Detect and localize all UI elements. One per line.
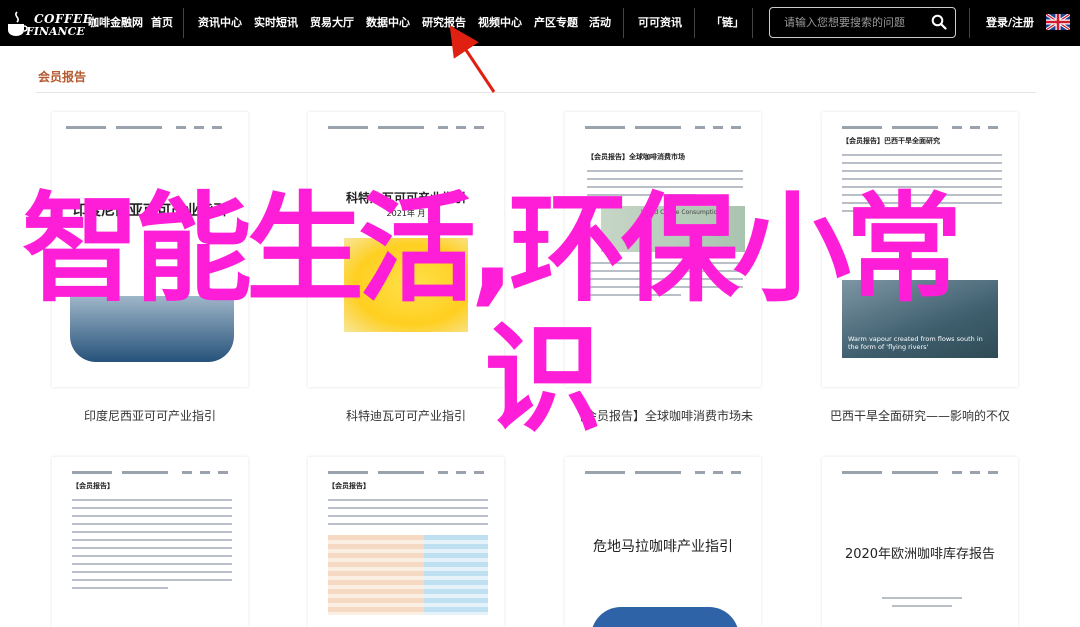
red-arrow-annotation bbox=[449, 25, 496, 93]
